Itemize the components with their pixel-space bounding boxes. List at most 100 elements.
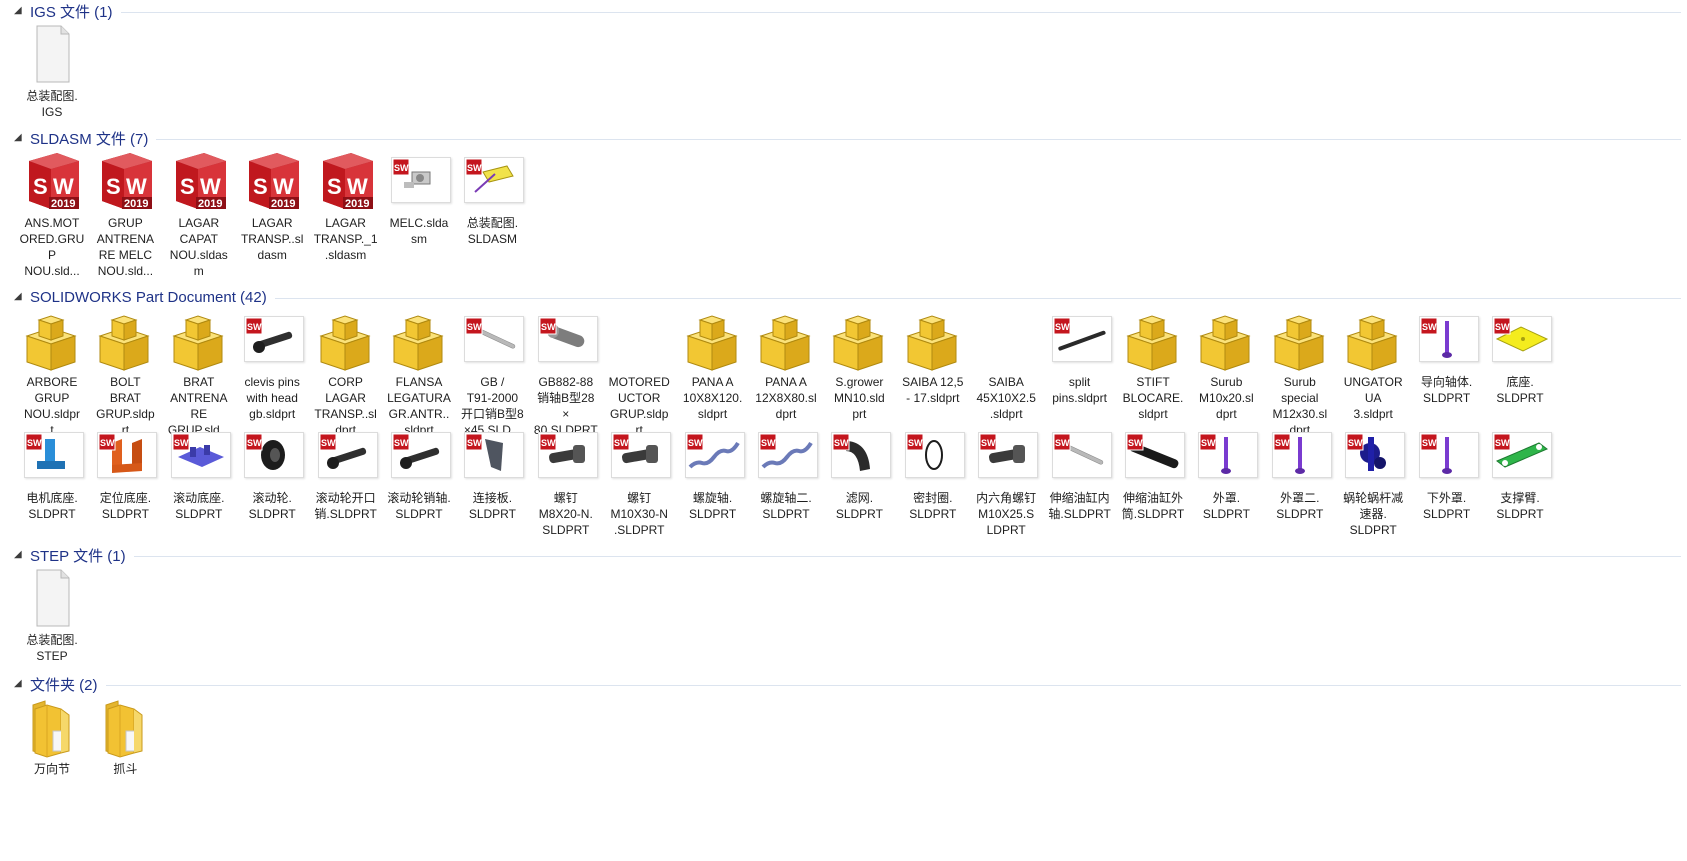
file-item[interactable]: SW 密封圈. SLDPRT	[898, 424, 968, 522]
collapse-arrow-icon[interactable]: ◢	[14, 6, 26, 16]
file-name-line: 滚动轮.	[252, 491, 292, 505]
file-item[interactable]: SW 总装配图. SLDASM	[457, 149, 527, 247]
group-title: SOLIDWORKS Part Document (42)	[30, 288, 267, 306]
file-item[interactable]: SW 滚动底座. SLDPRT	[164, 424, 234, 522]
file-item[interactable]: SW 滚动轮. SLDPRT	[237, 424, 307, 522]
file-item[interactable]: SW 电机底座. SLDPRT	[17, 424, 87, 522]
file-item[interactable]: 抓斗	[90, 695, 160, 777]
file-item[interactable]: SW 螺钉 M8X20-N. SLDPRT	[531, 424, 601, 538]
file-name-line: LEGATURA	[387, 391, 451, 405]
part-block-icon	[898, 308, 968, 374]
file-name-line: TRANSP..sl	[314, 407, 377, 421]
part-thumb-icon: SW	[237, 424, 307, 490]
file-item[interactable]: PANA A 10X8X120. sldprt	[678, 308, 748, 422]
svg-text:SW: SW	[321, 438, 336, 448]
file-item[interactable]: Surub M10x20.sl dprt	[1191, 308, 1261, 422]
svg-text:SW: SW	[394, 163, 409, 173]
file-item[interactable]: BRAT ANTRENA RE GRUP.sld...	[164, 308, 234, 438]
file-item[interactable]: SW 滚动轮开口 销.SLDPRT	[311, 424, 381, 522]
file-item[interactable]: S W 2019 LAGAR TRANSP._1 .sldasm	[311, 149, 381, 263]
file-item[interactable]: S W 2019 LAGAR CAPAT NOU.sldas m	[164, 149, 234, 279]
file-item[interactable]: SW 螺旋轴. SLDPRT	[678, 424, 748, 522]
file-item[interactable]: SW 滚动轮销轴. SLDPRT	[384, 424, 454, 522]
file-item[interactable]: SW 底座. SLDPRT	[1485, 308, 1555, 406]
part-thumb-icon: SW	[1412, 424, 1482, 490]
group-header[interactable]: ◢ 文件夹 (2)	[14, 673, 1681, 695]
file-item[interactable]: CORP LAGAR TRANSP..sl dprt	[311, 308, 381, 438]
part-thumb-icon: SW	[17, 424, 87, 490]
file-item[interactable]: S W 2019 GRUP ANTRENA RE MELC NOU.sld...	[90, 149, 160, 279]
collapse-arrow-icon[interactable]: ◢	[14, 292, 26, 302]
file-item[interactable]: SW 螺钉 M10X30-N .SLDPRT	[604, 424, 674, 538]
group-header[interactable]: ◢ IGS 文件 (1)	[14, 0, 1681, 22]
file-item[interactable]: STIFT BLOCARE. sldprt	[1118, 308, 1188, 422]
file-item[interactable]: UNGATOR UA 3.sldprt	[1338, 308, 1408, 422]
file-name-line: T91-2000	[466, 391, 519, 405]
file-item[interactable]: SW 支撑臂. SLDPRT	[1485, 424, 1555, 522]
part-thumb-icon: SW	[1045, 424, 1115, 490]
file-name-line: 螺钉	[627, 491, 652, 505]
group-header[interactable]: ◢ STEP 文件 (1)	[14, 544, 1681, 566]
file-name-line: GRUP	[34, 391, 70, 405]
group-title: 文件夹 (2)	[30, 676, 98, 694]
file-item[interactable]: SW 定位底座. SLDPRT	[90, 424, 160, 522]
svg-text:SW: SW	[834, 438, 849, 448]
file-name-line: 伸缩油缸外	[1122, 491, 1183, 505]
file-item[interactable]: SW 连接板. SLDPRT	[457, 424, 527, 522]
file-item[interactable]: SW 内六角螺钉 M10X25.S LDPRT	[971, 424, 1041, 538]
svg-text:S: S	[253, 174, 268, 199]
file-item[interactable]: SAIBA 12,5 - 17.sldprt	[898, 308, 968, 406]
file-name-line: LDPRT	[986, 523, 1026, 537]
file-item[interactable]: Surub special M12x30.sl dprt	[1265, 308, 1335, 438]
file-item[interactable]: SAIBA 45X10X2.5 .sldprt	[971, 308, 1041, 422]
file-item[interactable]: SW GB882-88 销轴B型28 × 80.SLDPRT	[531, 308, 601, 438]
file-item[interactable]: S W 2019 LAGAR TRANSP..sl dasm	[237, 149, 307, 263]
file-item[interactable]: SW GB / T91-2000 开口销B型8 ×45.SLD...	[457, 308, 527, 438]
file-item[interactable]: SW 导向轴体. SLDPRT	[1412, 308, 1482, 406]
file-name-line: RE MELC	[98, 248, 153, 262]
file-name-line: PANA A	[691, 375, 734, 389]
collapse-arrow-icon[interactable]: ◢	[14, 550, 26, 560]
svg-text:SW: SW	[467, 163, 482, 173]
file-name: LAGAR TRANSP._1 .sldasm	[311, 215, 381, 263]
group-section: ◢ IGS 文件 (1) 总装配图. IGS	[14, 0, 1681, 119]
collapse-arrow-icon[interactable]: ◢	[14, 679, 26, 689]
group-header[interactable]: ◢ SLDASM 文件 (7)	[14, 127, 1681, 149]
file-item[interactable]: 总装配图. IGS	[17, 22, 87, 120]
file-name: 滚动轮开口 销.SLDPRT	[311, 490, 381, 522]
collapse-arrow-icon[interactable]: ◢	[14, 133, 26, 143]
file-item[interactable]: SW 滤网. SLDPRT	[824, 424, 894, 522]
file-item[interactable]: SW 伸缩油缸内 轴.SLDPRT	[1045, 424, 1115, 522]
part-thumb-icon: SW	[824, 424, 894, 490]
file-item[interactable]: SW 螺旋轴二. SLDPRT	[751, 424, 821, 522]
file-name-line: split	[1068, 375, 1091, 389]
file-item[interactable]: 万向节	[17, 695, 87, 777]
file-name-line: .SLDPRT	[613, 523, 665, 537]
sw2019-icon: S W 2019	[17, 149, 87, 215]
file-item[interactable]: SW 蜗轮蜗杆减 速器. SLDPRT	[1338, 424, 1408, 538]
file-item[interactable]: PANA A 12X8X80.sl dprt	[751, 308, 821, 422]
file-item[interactable]: FLANSA LEGATURA GR.ANTR.. sldprt	[384, 308, 454, 438]
file-name-line: SLDPRT	[1276, 507, 1324, 521]
file-item[interactable]: S W 2019 ANS.MOT ORED.GRU P NOU.sld...	[17, 149, 87, 279]
blank-file-icon	[17, 22, 87, 88]
file-name: SAIBA 12,5 - 17.sldprt	[898, 374, 968, 406]
file-item[interactable]: SW 外罩二. SLDPRT	[1265, 424, 1335, 522]
file-item[interactable]: 总装配图. STEP	[17, 566, 87, 664]
file-item[interactable]: S.grower MN10.sld prt	[824, 308, 894, 422]
file-item[interactable]: SW 下外罩. SLDPRT	[1412, 424, 1482, 522]
svg-text:SW: SW	[541, 438, 556, 448]
file-item[interactable]: SW 伸缩油缸外 筒.SLDPRT	[1118, 424, 1188, 522]
file-item[interactable]: ARBORE GRUP NOU.sldpr t	[17, 308, 87, 438]
svg-text:W: W	[200, 174, 221, 199]
file-name-line: SLDPRT	[1423, 391, 1471, 405]
file-item[interactable]: MOTORED UCTOR GRUP.sldp rt	[604, 308, 674, 438]
file-item[interactable]: SW MELC.slda sm	[384, 149, 454, 247]
file-name: 定位底座. SLDPRT	[90, 490, 160, 522]
file-name: 支撑臂. SLDPRT	[1485, 490, 1555, 522]
group-header[interactable]: ◢ SOLIDWORKS Part Document (42)	[14, 286, 1681, 308]
file-item[interactable]: SW 外罩. SLDPRT	[1191, 424, 1261, 522]
file-item[interactable]: SW clevis pins with head gb.sldprt	[237, 308, 307, 422]
file-item[interactable]: SW split pins.sldprt	[1045, 308, 1115, 406]
file-item[interactable]: BOLT BRAT GRUP.sldp rt	[90, 308, 160, 438]
